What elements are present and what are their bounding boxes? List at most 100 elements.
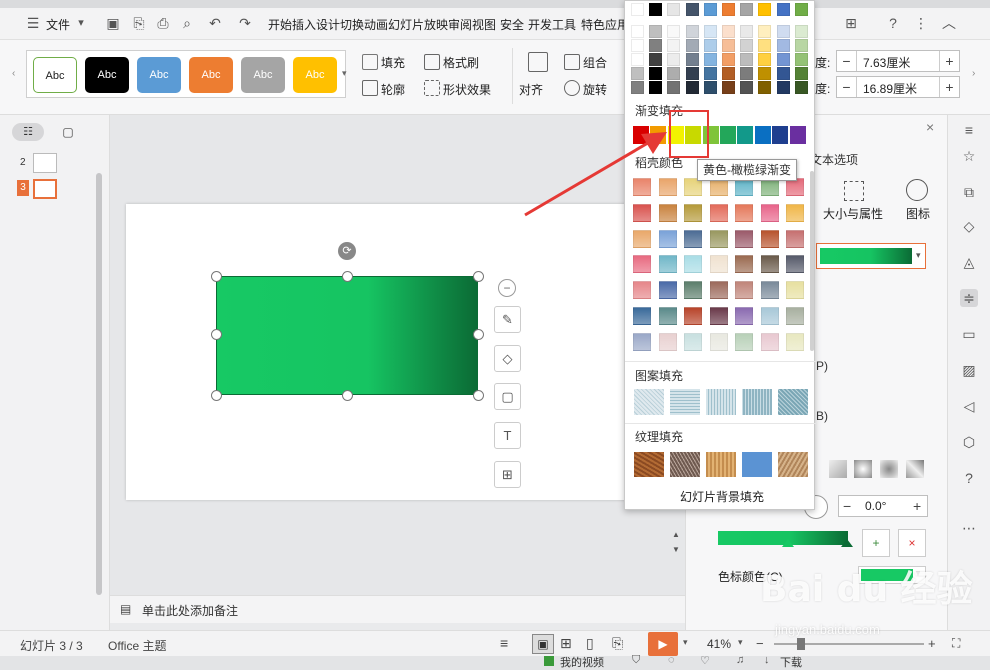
duplicate-icon[interactable]: ⧉	[960, 183, 978, 201]
preset-gradient-swatch[interactable]	[684, 281, 702, 300]
rect-gradient-icon[interactable]	[880, 460, 898, 478]
preset-gradient-swatch[interactable]	[709, 281, 728, 300]
scroll-left-icon[interactable]: ‹	[12, 68, 15, 79]
file-menu[interactable]: 文件	[46, 16, 70, 33]
outline-view-toggle[interactable]: ☷	[12, 123, 44, 141]
tab-security[interactable]: 安全	[500, 16, 524, 33]
tab-icon[interactable]: 图标	[906, 205, 930, 222]
redo-icon[interactable]: ↷	[236, 14, 254, 32]
preset-gradient-swatch[interactable]	[760, 229, 779, 248]
help-icon[interactable]: ?	[884, 14, 902, 32]
plus-icon[interactable]: +	[939, 77, 959, 97]
new-window-icon[interactable]: ⊞	[842, 14, 860, 32]
collapse-toolbar-icon[interactable]: −	[498, 279, 516, 297]
fill-button[interactable]: 填充	[381, 54, 405, 71]
undo-icon[interactable]: ↶	[206, 14, 224, 32]
preset-gradient-swatch[interactable]	[760, 307, 779, 325]
resize-handle[interactable]	[342, 390, 353, 401]
fill-icon[interactable]	[362, 54, 378, 70]
preset-gradient-swatch[interactable]	[709, 332, 728, 351]
preset-gradient-swatch[interactable]	[760, 281, 779, 300]
preset-gradient-swatch[interactable]	[735, 203, 753, 222]
add-stop-icon[interactable]: +	[862, 529, 890, 557]
notes-toggle-icon[interactable]: ≡	[500, 635, 508, 651]
shape-effect-icon[interactable]	[424, 80, 440, 96]
zoom-dropdown-icon[interactable]: ▾	[738, 637, 743, 648]
gradient-rectangle-shape[interactable]	[216, 276, 478, 395]
outline-button[interactable]: 轮廓	[381, 81, 405, 98]
tab-start[interactable]: 开始	[268, 16, 292, 33]
preset-gradient-swatch[interactable]	[633, 229, 651, 248]
help-icon[interactable]: ?	[960, 469, 978, 487]
size-props-icon[interactable]	[844, 181, 864, 201]
slide-thumbnail-active[interactable]	[33, 179, 57, 199]
resize-handle[interactable]	[211, 329, 222, 340]
radial-gradient-icon[interactable]	[854, 460, 872, 478]
preset-gradient-swatch[interactable]	[786, 332, 804, 351]
group-button[interactable]: 组合	[583, 54, 607, 71]
my-video-label[interactable]: 我的视频	[560, 654, 604, 670]
tab-slideshow[interactable]: 幻灯片放映	[388, 16, 448, 33]
preset-gradient-swatch[interactable]	[658, 229, 677, 248]
scroll-down-icon[interactable]: ▼	[672, 545, 680, 554]
gradient-preset-select[interactable]: ▾	[816, 243, 926, 269]
more-icon[interactable]: ⋮	[912, 14, 930, 32]
preview-icon[interactable]: ⌕	[178, 14, 196, 32]
preset-gradient-swatch[interactable]	[658, 255, 677, 274]
close-icon[interactable]: ×	[926, 119, 934, 135]
gradient-stop-handle[interactable]	[841, 539, 853, 547]
shield-icon[interactable]: ⛉	[632, 654, 640, 667]
scroll-right-icon[interactable]: ›	[972, 68, 975, 79]
preset-gradient-swatch[interactable]	[684, 307, 702, 325]
more-icon[interactable]: ⋯	[960, 519, 978, 537]
archive-icon[interactable]: ▭	[960, 325, 978, 343]
shape-effect-button[interactable]: 形状效果	[443, 81, 491, 98]
pattern-swatch[interactable]	[706, 389, 736, 415]
minus-icon[interactable]: −	[837, 77, 857, 97]
resize-handle[interactable]	[211, 390, 222, 401]
fill-bucket-icon[interactable]: ◬	[960, 253, 978, 271]
tab-animation[interactable]: 动画	[364, 16, 388, 33]
sorter-view-icon[interactable]: ⊞	[560, 635, 572, 652]
download-icon[interactable]: ↓	[764, 654, 770, 666]
style-button[interactable]: Abc	[189, 57, 233, 93]
preset-gradient-swatch[interactable]	[633, 255, 651, 274]
resize-handle[interactable]	[473, 390, 484, 401]
tab-view[interactable]: 视图	[472, 16, 496, 33]
group-icon[interactable]	[564, 54, 580, 70]
resize-handle[interactable]	[473, 271, 484, 282]
preset-gradient-swatch[interactable]	[709, 229, 728, 248]
preset-gradient-swatch[interactable]	[735, 332, 753, 351]
export-icon[interactable]: ⎘	[130, 14, 148, 32]
presenter-view-icon[interactable]: ⎘	[612, 635, 623, 652]
zoom-in-icon[interactable]: +	[928, 636, 936, 651]
remove-stop-icon[interactable]: ×	[898, 529, 926, 557]
zoom-out-icon[interactable]: −	[756, 636, 764, 651]
preset-scrollbar[interactable]	[810, 171, 814, 351]
angle-field[interactable]: − 0.0° +	[838, 495, 928, 517]
preset-gradient-swatch[interactable]	[735, 281, 753, 300]
play-button[interactable]: ▶	[648, 632, 678, 656]
preset-gradient-swatch[interactable]	[684, 332, 702, 351]
tab-text-options[interactable]: 文本选项	[810, 151, 858, 168]
preset-gradient-swatch[interactable]	[786, 203, 804, 222]
texture-swatch[interactable]	[634, 452, 664, 477]
preset-gradient-swatch[interactable]	[735, 255, 753, 274]
play-options-icon[interactable]: ▾	[683, 637, 688, 648]
menu-icon[interactable]: ☰	[24, 14, 42, 32]
scroll-up-icon[interactable]: ▲	[672, 530, 680, 539]
align-icon[interactable]	[528, 52, 548, 72]
layout-icon[interactable]: ⊞	[494, 461, 521, 488]
preset-gradient-swatch[interactable]	[684, 229, 702, 248]
style-button[interactable]: Abc	[241, 57, 285, 93]
tab-transition[interactable]: 切换	[340, 16, 364, 33]
print-icon[interactable]: ⎙	[154, 14, 172, 32]
gradient-stop-handle[interactable]	[782, 539, 794, 547]
format-brush-icon[interactable]	[424, 54, 440, 70]
style-button[interactable]: Abc	[33, 57, 77, 93]
zoom-level[interactable]: 41%	[707, 637, 731, 651]
preset-gradient-swatch[interactable]	[633, 281, 651, 300]
slide-view-icon[interactable]: ▢	[58, 123, 78, 141]
pattern-swatch[interactable]	[742, 389, 772, 415]
preset-gradient-swatch[interactable]	[658, 281, 677, 300]
